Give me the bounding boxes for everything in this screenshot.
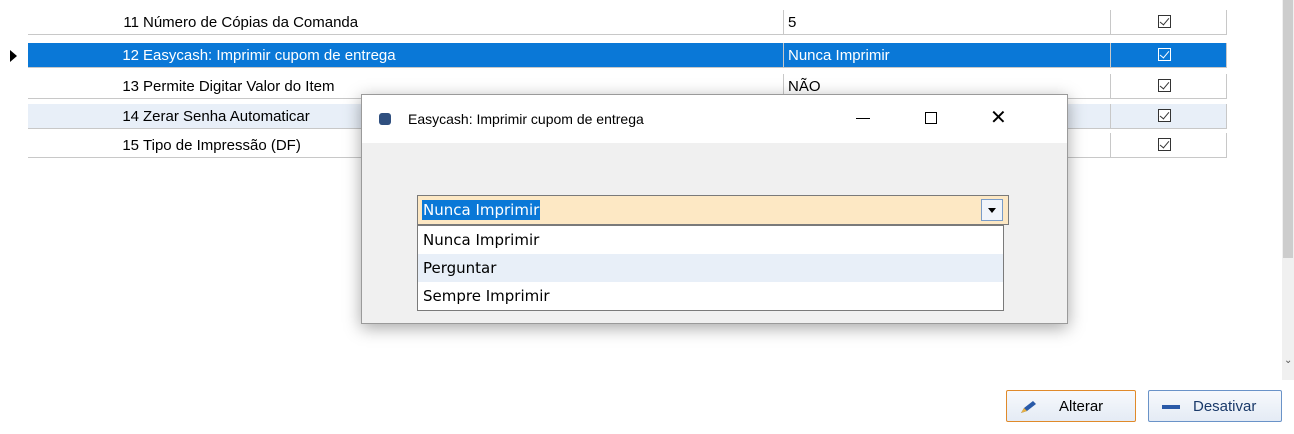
- row-active-cell: [1111, 133, 1227, 158]
- row-active-cell: [1111, 43, 1227, 68]
- app-icon: [379, 113, 391, 125]
- row-indicator: [0, 43, 28, 69]
- close-icon[interactable]: ✕: [990, 105, 1007, 130]
- row-number: 14: [28, 104, 141, 129]
- dropdown-option[interactable]: Nunca Imprimir: [418, 226, 1003, 254]
- active-checkbox[interactable]: [1158, 48, 1171, 61]
- alterar-button[interactable]: Alterar: [1006, 390, 1136, 422]
- row-number: 15: [28, 133, 141, 158]
- row-active-cell: [1111, 104, 1227, 129]
- dialog-titlebar[interactable]: Easycash: Imprimir cupom de entrega ✕: [362, 95, 1067, 143]
- option-combobox[interactable]: Nunca Imprimir: [417, 195, 1009, 225]
- scroll-down-icon[interactable]: ⌄: [1284, 355, 1292, 366]
- minimize-icon[interactable]: [856, 118, 870, 119]
- desativar-button[interactable]: Desativar: [1148, 390, 1282, 422]
- row-indicator: [0, 133, 28, 159]
- current-row-arrow-icon: [10, 50, 17, 62]
- active-checkbox[interactable]: [1158, 15, 1171, 28]
- combobox-value: Nunca Imprimir: [422, 200, 541, 220]
- vertical-scrollbar[interactable]: ⌄: [1282, 0, 1294, 380]
- row-description: Easycash: Imprimir cupom de entrega: [141, 43, 784, 68]
- table-row-selected[interactable]: 12 Easycash: Imprimir cupom de entrega N…: [0, 43, 1230, 69]
- row-indicator: [0, 104, 28, 130]
- row-indicator: [0, 10, 28, 36]
- active-checkbox[interactable]: [1158, 138, 1171, 151]
- edit-value-dialog: Easycash: Imprimir cupom de entrega ✕ Nu…: [361, 94, 1068, 324]
- active-checkbox[interactable]: [1158, 79, 1171, 92]
- row-active-cell: [1111, 74, 1227, 99]
- dropdown-option[interactable]: Sempre Imprimir: [418, 282, 1003, 310]
- dropdown-option[interactable]: Perguntar: [418, 254, 1003, 282]
- pencil-icon: [1021, 401, 1036, 413]
- row-number: 13: [28, 74, 141, 99]
- desativar-label: Desativar: [1193, 398, 1257, 415]
- row-active-cell: [1111, 10, 1227, 35]
- row-number: 11: [28, 10, 141, 35]
- table-row[interactable]: 11 Número de Cópias da Comanda 5: [0, 10, 1230, 36]
- minus-icon: [1162, 405, 1180, 409]
- row-indicator: [0, 74, 28, 100]
- row-description: Número de Cópias da Comanda: [141, 10, 784, 35]
- maximize-icon[interactable]: [925, 112, 937, 124]
- scrollbar-thumb[interactable]: [1283, 0, 1293, 258]
- active-checkbox[interactable]: [1158, 109, 1171, 122]
- dropdown-arrow-icon[interactable]: [981, 199, 1003, 221]
- row-value[interactable]: 5: [784, 10, 1111, 35]
- alterar-label: Alterar: [1059, 398, 1104, 415]
- options-dropdown-list: Nunca Imprimir Perguntar Sempre Imprimir: [417, 225, 1004, 311]
- dialog-title: Easycash: Imprimir cupom de entrega: [408, 111, 644, 127]
- row-value[interactable]: Nunca Imprimir: [784, 43, 1111, 68]
- row-number: 12: [28, 43, 141, 68]
